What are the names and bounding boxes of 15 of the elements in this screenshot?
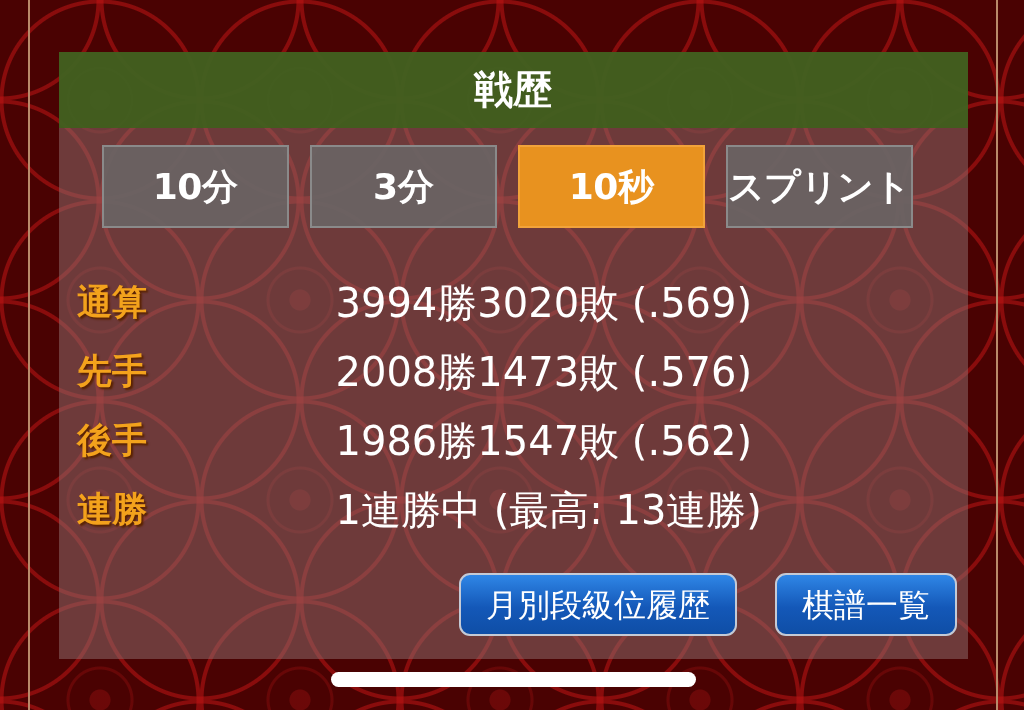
home-indicator[interactable] [330,672,696,687]
stat-value: 1986勝1547敗 (.562) [335,416,753,466]
time-control-tab[interactable]: 3分 [309,145,497,228]
stat-value: 3994勝3020敗 (.569) [335,278,753,328]
stat-label: 通算 [76,281,148,325]
game-records-button[interactable]: 棋譜一覧 [774,573,957,636]
time-control-tab[interactable]: スプリント [725,145,913,228]
stat-label: 先手 [76,350,148,394]
panel-title: 戦歴 [474,65,552,114]
stat-value: 1連勝中 (最高: 13連勝) [335,485,762,535]
stat-label: 連勝 [76,488,148,532]
stat-value: 2008勝1473敗 (.576) [335,347,753,397]
rank-history-button[interactable]: 月別段級位履歴 [458,573,737,636]
time-control-tab[interactable]: 10分 [101,145,289,228]
stat-label: 後手 [76,419,148,463]
